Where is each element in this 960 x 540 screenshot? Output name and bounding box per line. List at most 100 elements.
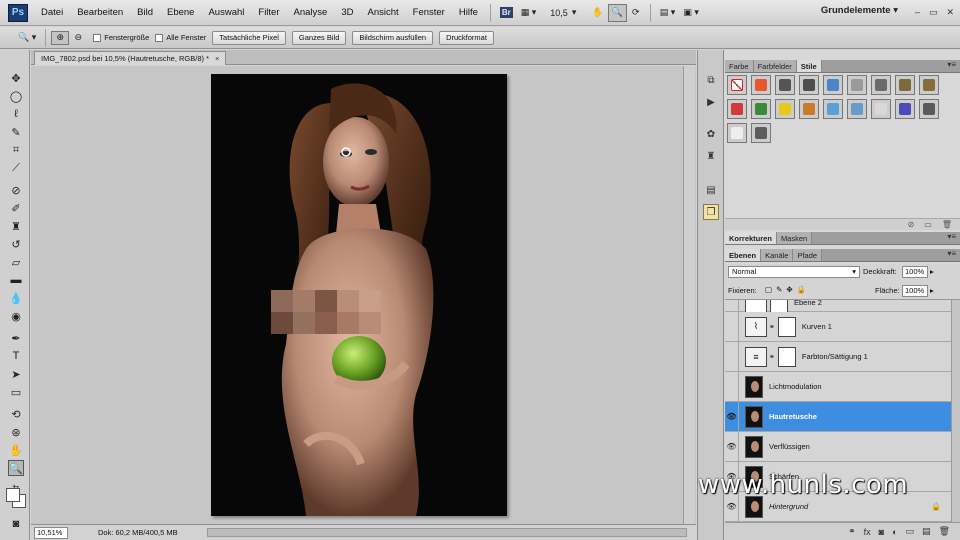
3d-rotate-tool-icon[interactable]: ⟲ bbox=[8, 406, 24, 422]
screen-mode-button[interactable]: ▣ ▾ bbox=[679, 4, 703, 22]
layer-row[interactable]: ≡ ⚭ Farbton/Sättigung 1 bbox=[725, 342, 951, 372]
document-tab[interactable]: IMG_7802.psd bei 10,5% (Hautretusche, RG… bbox=[34, 51, 227, 65]
style-swatch[interactable] bbox=[919, 75, 939, 95]
style-swatch[interactable] bbox=[871, 75, 891, 95]
style-swatch[interactable] bbox=[847, 75, 867, 95]
all-windows-checkbox[interactable]: Alle Fenster bbox=[155, 33, 206, 42]
style-swatch[interactable] bbox=[727, 75, 747, 95]
zoom-out-button[interactable]: ⊖ bbox=[69, 31, 87, 45]
chevron-right-icon[interactable]: ▸ bbox=[930, 286, 934, 295]
tab-styles[interactable]: Stile bbox=[796, 60, 822, 72]
actions-panel-icon[interactable]: ▶ bbox=[703, 94, 719, 110]
history-panel-icon[interactable]: ⧉ bbox=[703, 72, 719, 88]
quick-mask-icon[interactable]: ◙ bbox=[8, 516, 24, 532]
history-brush-tool-icon[interactable]: ↺ bbox=[8, 236, 24, 252]
lock-icons[interactable]: ▢✎✥🔒 bbox=[765, 285, 810, 294]
actual-pixels-button[interactable]: Tatsächliche Pixel bbox=[212, 30, 286, 45]
layer-row[interactable]: 👁 Verflüssigen bbox=[725, 432, 951, 462]
quick-selection-tool-icon[interactable]: ✎ bbox=[8, 124, 24, 140]
layers-footer-icon[interactable]: ▭ bbox=[906, 526, 915, 537]
style-swatch[interactable] bbox=[775, 75, 795, 95]
layers-footer-icon[interactable]: ▤ bbox=[922, 526, 931, 537]
blend-mode-select[interactable]: Normal ▾ bbox=[728, 266, 860, 278]
move-tool-icon[interactable]: ✥ bbox=[8, 70, 24, 86]
style-swatch[interactable] bbox=[919, 99, 939, 119]
zoom-field[interactable]: 10,51% bbox=[34, 526, 68, 539]
close-icon[interactable]: ✕ bbox=[946, 7, 954, 18]
chevron-right-icon[interactable]: ▸ bbox=[930, 267, 934, 276]
eyedropper-tool-icon[interactable]: ⟋ bbox=[8, 160, 24, 176]
rotate-view-button[interactable]: ⟳ bbox=[627, 4, 645, 22]
hand-tool-icon[interactable]: ✋ bbox=[8, 442, 24, 458]
healing-brush-tool-icon[interactable]: ⊘ bbox=[8, 182, 24, 198]
style-swatch[interactable] bbox=[871, 99, 891, 119]
view-extras-button[interactable]: ▦ ▾ bbox=[517, 4, 541, 22]
fill-field[interactable]: 100% bbox=[902, 285, 928, 297]
resize-windows-checkbox[interactable]: Fenstergröße bbox=[93, 33, 149, 42]
eye-icon[interactable] bbox=[725, 342, 739, 371]
style-swatch[interactable] bbox=[799, 75, 819, 95]
menu-item-4[interactable]: Auswahl bbox=[201, 0, 251, 26]
layer-mask-thumbnail[interactable] bbox=[777, 346, 796, 367]
eye-icon[interactable] bbox=[725, 312, 739, 341]
blur-tool-icon[interactable]: 💧 bbox=[8, 290, 24, 306]
tab-adjustments[interactable]: Korrekturen bbox=[725, 232, 777, 244]
layers-footer-icon[interactable]: ◐ bbox=[892, 527, 897, 537]
menu-item-10[interactable]: Hilfe bbox=[452, 0, 485, 26]
maximize-icon[interactable]: ▭ bbox=[929, 7, 938, 18]
style-swatch[interactable] bbox=[751, 123, 771, 143]
dodge-tool-icon[interactable]: ◉ bbox=[8, 308, 24, 324]
print-size-button[interactable]: Druckformat bbox=[439, 30, 494, 45]
zoom-level-select[interactable]: 10,5 ▾ bbox=[546, 4, 580, 22]
layers-footer-icon[interactable]: ⚭ bbox=[848, 526, 856, 537]
layer-row[interactable]: Ebene 2 bbox=[725, 300, 951, 313]
canvas-area[interactable] bbox=[31, 66, 696, 524]
style-swatch[interactable] bbox=[823, 75, 843, 95]
tab-channels[interactable]: Kanäle bbox=[761, 249, 794, 261]
marquee-tool-icon[interactable]: ◯ bbox=[8, 88, 24, 104]
new-style-icon[interactable]: ▭ bbox=[924, 220, 932, 229]
eraser-tool-icon[interactable]: ▱ bbox=[8, 254, 24, 270]
style-swatch[interactable] bbox=[751, 75, 771, 95]
tab-layers[interactable]: Ebenen bbox=[725, 249, 762, 261]
layer-thumbnail[interactable] bbox=[745, 405, 763, 428]
style-swatch[interactable] bbox=[823, 99, 843, 119]
layers-scrollbar[interactable] bbox=[951, 300, 960, 522]
trash-icon[interactable]: 🗑 bbox=[942, 220, 952, 229]
eye-icon[interactable] bbox=[725, 300, 739, 311]
layers-footer-icon[interactable]: ◙ bbox=[879, 527, 884, 537]
layers-footer-icon[interactable]: 🗑 bbox=[939, 526, 950, 537]
fill-screen-button[interactable]: Bildschirm ausfüllen bbox=[352, 30, 434, 45]
zoom-tool-button[interactable]: 🔍 bbox=[607, 3, 627, 22]
menu-item-8[interactable]: Ansicht bbox=[360, 0, 405, 26]
fit-screen-button[interactable]: Ganzes Bild bbox=[291, 30, 347, 45]
menu-item-3[interactable]: Ebene bbox=[160, 0, 201, 26]
layer-mask-thumbnail[interactable] bbox=[777, 316, 796, 337]
notes-panel-icon[interactable]: ▤ bbox=[703, 182, 719, 198]
pen-tool-icon[interactable]: ✒ bbox=[8, 330, 24, 346]
opacity-field[interactable]: 100% bbox=[902, 266, 928, 278]
bridge-button[interactable]: Br bbox=[496, 4, 517, 22]
layers-footer-icon[interactable]: fx bbox=[864, 527, 871, 537]
type-tool-icon[interactable]: T bbox=[8, 348, 24, 364]
layer-thumbnail[interactable] bbox=[745, 435, 763, 458]
eye-icon[interactable] bbox=[725, 372, 739, 401]
path-selection-tool-icon[interactable]: ➤ bbox=[8, 366, 24, 382]
close-icon[interactable]: × bbox=[215, 54, 219, 63]
menu-item-9[interactable]: Fenster bbox=[406, 0, 452, 26]
layer-row[interactable]: Lichtmodulation bbox=[725, 372, 951, 402]
minimize-icon[interactable]: – bbox=[915, 7, 920, 18]
style-swatch[interactable] bbox=[895, 99, 915, 119]
shape-tool-icon[interactable]: ▭ bbox=[8, 384, 24, 400]
layer-comps-panel-icon[interactable]: ❐ bbox=[703, 204, 719, 220]
gradient-tool-icon[interactable]: ▬ bbox=[8, 272, 24, 288]
style-swatch[interactable] bbox=[775, 99, 795, 119]
3d-orbit-tool-icon[interactable]: ⊛ bbox=[8, 424, 24, 440]
document-image[interactable] bbox=[211, 74, 507, 516]
layer-thumbnail[interactable] bbox=[745, 375, 763, 398]
tab-swatches[interactable]: Farbfelder bbox=[753, 60, 797, 72]
style-swatch[interactable] bbox=[799, 99, 819, 119]
brushes-panel-icon[interactable]: ✿ bbox=[703, 126, 719, 142]
style-swatch[interactable] bbox=[895, 75, 915, 95]
tool-preset-picker[interactable]: 🔍 ▾ bbox=[14, 29, 40, 47]
